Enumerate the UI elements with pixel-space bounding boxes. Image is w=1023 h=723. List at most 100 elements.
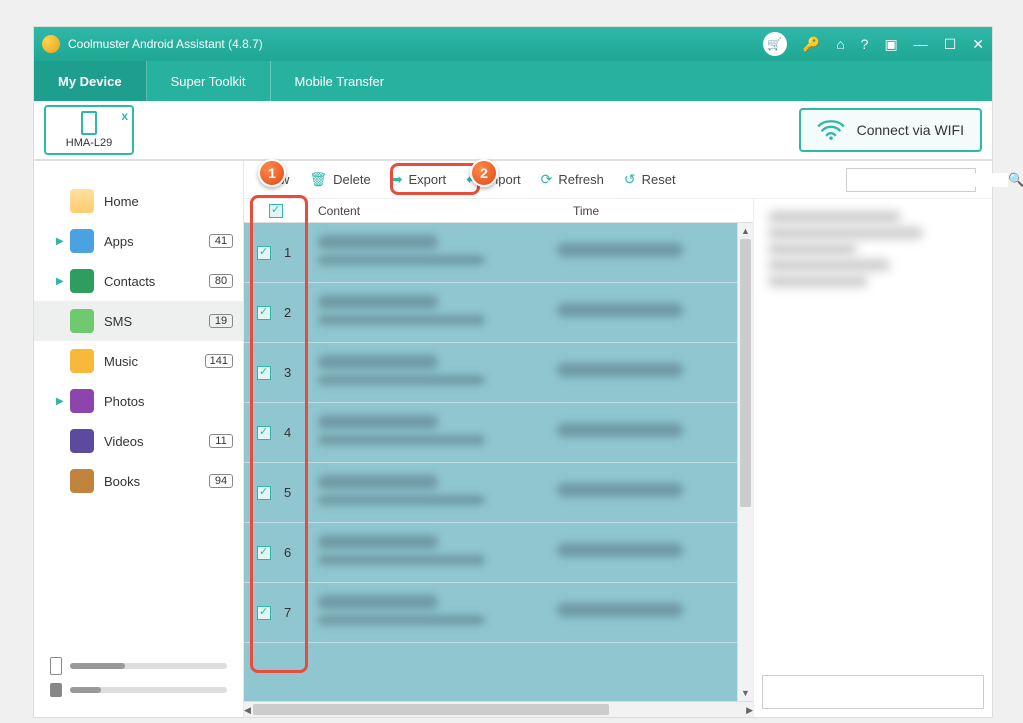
search-box[interactable]: 🔍 <box>846 168 976 192</box>
close-icon[interactable]: ✕ <box>972 36 984 53</box>
row-content <box>308 295 557 331</box>
scroll-thumb-h[interactable] <box>253 704 609 715</box>
minimize-icon[interactable]: — <box>914 36 928 52</box>
tab-mobile-transfer[interactable]: Mobile Transfer <box>271 61 409 101</box>
feedback-icon[interactable]: ▣ <box>884 36 897 53</box>
row-number: 5 <box>284 485 308 500</box>
contacts-icon <box>70 269 94 293</box>
sidebar-item-home[interactable]: ▶Home <box>34 181 243 221</box>
count-badge: 19 <box>209 314 233 328</box>
sidebar-item-label: Apps <box>104 234 209 249</box>
select-all-checkbox[interactable] <box>269 204 283 218</box>
home-icon <box>70 189 94 213</box>
sidebar-item-books[interactable]: ▶Books94 <box>34 461 243 501</box>
sidebar-item-label: Music <box>104 354 205 369</box>
sidebar-item-label: Photos <box>104 394 233 409</box>
row-time <box>557 243 737 263</box>
export-icon: ➡ <box>391 171 403 188</box>
help-icon[interactable]: ? <box>861 36 869 52</box>
count-badge: 94 <box>209 474 233 488</box>
storage-indicators <box>34 657 243 717</box>
home-icon[interactable]: ⌂ <box>836 36 844 52</box>
tab-super-toolkit[interactable]: Super Toolkit <box>147 61 271 101</box>
maximize-icon[interactable]: ☐ <box>944 36 957 53</box>
row-checkbox[interactable] <box>257 426 271 440</box>
device-close-icon[interactable]: x <box>121 109 128 123</box>
message-input[interactable] <box>762 675 984 709</box>
refresh-button[interactable]: ⟳Refresh <box>541 171 604 188</box>
sidebar-item-videos[interactable]: ▶Videos11 <box>34 421 243 461</box>
expand-icon: ▶ <box>56 236 70 247</box>
sidebar: ▶Home▶Apps41▶Contacts80▶SMS19▶Music141▶P… <box>34 161 244 717</box>
table-row[interactable]: 3 <box>244 343 737 403</box>
table-row[interactable]: 7 <box>244 583 737 643</box>
scrollbar-horizontal[interactable]: ◀ ▶ <box>244 701 753 717</box>
row-number: 4 <box>284 425 308 440</box>
sidebar-item-apps[interactable]: ▶ Apps41 <box>34 221 243 261</box>
row-checkbox[interactable] <box>257 606 271 620</box>
table-row[interactable]: 5 <box>244 463 737 523</box>
col-time[interactable]: Time <box>573 204 753 218</box>
row-checkbox[interactable] <box>257 486 271 500</box>
table-row[interactable]: 4 <box>244 403 737 463</box>
sidebar-item-contacts[interactable]: ▶Contacts80 <box>34 261 243 301</box>
apps-icon <box>70 229 94 253</box>
sidebar-item-photos[interactable]: ▶Photos <box>34 381 243 421</box>
connect-wifi-button[interactable]: Connect via WIFI <box>799 108 982 152</box>
row-content <box>308 595 557 631</box>
search-input[interactable] <box>853 173 1008 187</box>
storage-phone <box>50 657 227 675</box>
app-window: Coolmuster Android Assistant (4.8.7) 🛒 🔑… <box>33 26 993 718</box>
scrollbar-vertical[interactable]: ▲ ▼ <box>737 223 753 701</box>
row-checkbox[interactable] <box>257 546 271 560</box>
export-button[interactable]: ➡Export <box>391 171 446 188</box>
scroll-down-icon[interactable]: ▼ <box>738 685 753 701</box>
refresh-icon: ⟳ <box>541 171 553 188</box>
app-logo-icon <box>42 35 60 53</box>
main-panel: ＋w 🗑Delete ➡Export ⬅Import ⟳Refresh ↺Res… <box>244 161 992 717</box>
list-body[interactable]: 1 2 3 4 5 67 <box>244 223 737 701</box>
delete-button[interactable]: 🗑Delete <box>309 171 370 188</box>
row-checkbox[interactable] <box>257 246 271 260</box>
scroll-left-icon[interactable]: ◀ <box>244 702 251 718</box>
sms-list: Content Time 1 2 3 4 5 67 ▲ ▼ ◀ <box>244 199 754 717</box>
tab-my-device[interactable]: My Device <box>34 61 147 101</box>
phone-icon <box>81 111 97 135</box>
sidebar-item-music[interactable]: ▶Music141 <box>34 341 243 381</box>
device-tab[interactable]: x HMA-L29 <box>44 105 134 155</box>
scroll-thumb-v[interactable] <box>740 239 751 507</box>
scroll-up-icon[interactable]: ▲ <box>738 223 753 239</box>
wifi-icon <box>817 119 845 141</box>
sidebar-item-sms[interactable]: ▶SMS19 <box>34 301 243 341</box>
table-row[interactable]: 1 <box>244 223 737 283</box>
key-icon[interactable]: 🔑 <box>803 36 820 53</box>
search-icon[interactable]: 🔍 <box>1008 172 1023 188</box>
row-time <box>557 483 737 503</box>
sidebar-item-label: Books <box>104 474 209 489</box>
row-checkbox[interactable] <box>257 366 271 380</box>
row-time <box>557 423 737 443</box>
count-badge: 41 <box>209 234 233 248</box>
reset-button[interactable]: ↺Reset <box>624 171 676 188</box>
callout-2: 2 <box>470 159 498 187</box>
row-content <box>308 235 557 271</box>
count-badge: 11 <box>209 434 233 448</box>
scroll-right-icon[interactable]: ▶ <box>746 702 753 718</box>
col-content[interactable]: Content <box>308 204 573 218</box>
row-checkbox[interactable] <box>257 306 271 320</box>
detail-preview <box>762 207 984 675</box>
callout-1: 1 <box>258 159 286 187</box>
list-header: Content Time <box>244 199 753 223</box>
sd-storage-icon <box>50 683 62 697</box>
cart-icon[interactable]: 🛒 <box>763 32 787 56</box>
row-content <box>308 415 557 451</box>
row-content <box>308 355 557 391</box>
expand-icon: ▶ <box>56 276 70 287</box>
row-number: 3 <box>284 365 308 380</box>
photos-icon <box>70 389 94 413</box>
table-row[interactable]: 6 <box>244 523 737 583</box>
toolbar: ＋w 🗑Delete ➡Export ⬅Import ⟳Refresh ↺Res… <box>244 161 992 199</box>
count-badge: 80 <box>209 274 233 288</box>
row-number: 2 <box>284 305 308 320</box>
table-row[interactable]: 2 <box>244 283 737 343</box>
